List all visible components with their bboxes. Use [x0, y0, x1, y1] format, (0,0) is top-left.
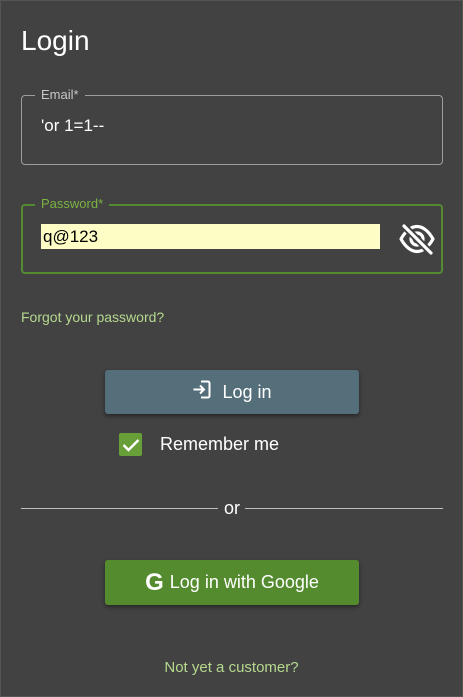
login-panel: Login Email* 'or 1=1-- Password* q@123 F…: [0, 0, 463, 697]
remember-me-checkbox[interactable]: Remember me: [119, 433, 279, 456]
password-input[interactable]: q@123: [41, 224, 380, 249]
signup-link[interactable]: Not yet a customer?: [1, 659, 462, 676]
checkbox-checked-icon[interactable]: [119, 433, 142, 456]
or-divider: or: [21, 498, 443, 518]
google-login-button[interactable]: G Log in with Google: [105, 560, 359, 605]
google-icon: G: [145, 568, 164, 596]
email-field[interactable]: Email* 'or 1=1--: [21, 87, 443, 165]
divider-line-right: [245, 508, 443, 509]
google-button-label: Log in with Google: [169, 572, 319, 592]
page-title: Login: [21, 25, 90, 56]
email-input[interactable]: 'or 1=1--: [41, 116, 104, 136]
login-icon: [192, 380, 211, 404]
eye-off-icon[interactable]: [397, 219, 437, 259]
login-button-label: Log in: [222, 381, 272, 402]
login-button[interactable]: Log in: [105, 370, 359, 414]
remember-me-label: Remember me: [160, 434, 280, 454]
forgot-password-link[interactable]: Forgot your password?: [21, 309, 164, 325]
email-label: Email*: [35, 87, 85, 103]
password-field[interactable]: Password* q@123: [21, 196, 443, 274]
password-label: Password*: [35, 196, 110, 212]
